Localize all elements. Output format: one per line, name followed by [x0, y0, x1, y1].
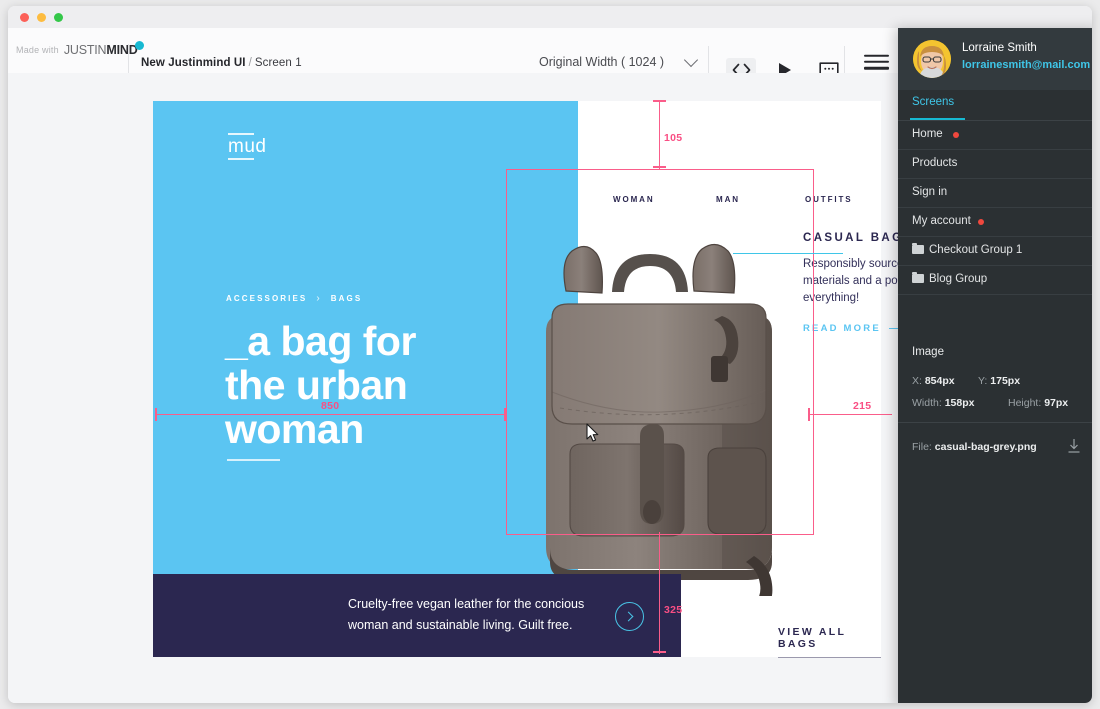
made-with-label: Made with [16, 45, 59, 55]
breadcrumb-screen[interactable]: Screen 1 [255, 57, 302, 69]
hero-underline [227, 459, 280, 461]
breadcrumb-project[interactable]: New Justinmind UI [141, 57, 246, 69]
sidebar-item-label: Checkout Group 1 [929, 244, 1023, 256]
guide-left-cap [155, 408, 158, 421]
brand-wordmark: JUSTINMIND [63, 43, 138, 57]
avatar-photo [913, 40, 951, 78]
properties-title: Image [912, 346, 944, 358]
property-width-value: 158px [944, 397, 975, 409]
sidebar-item-label: Sign in [912, 186, 948, 198]
site-breadcrumb: ACCESSORIES › BAGS [226, 293, 362, 304]
breadcrumb-accessories[interactable]: ACCESSORIES [226, 294, 307, 303]
screenshot-root: Made with JUSTINMIND New Justinmind UI / S… [0, 0, 1100, 709]
promo-text: Cruelty-free vegan leather for the conci… [348, 594, 584, 636]
property-height-label: Height: [1008, 397, 1042, 409]
sidebar-item-checkout-group-1[interactable]: Checkout Group 1 [898, 236, 1092, 266]
right-sidebar: Lorraine Smith lorrainesmith@mail.com Sc… [898, 28, 1092, 703]
guide-top-cap [653, 100, 666, 103]
zoom-button[interactable] [54, 13, 63, 22]
sidebar-item-home[interactable]: Home [898, 120, 1092, 150]
sidebar-item-label: Blog Group [929, 273, 988, 285]
sidebar-item-my-account[interactable]: My account [898, 207, 1092, 237]
close-button[interactable] [20, 13, 29, 22]
snap-line-horizontal [733, 253, 843, 255]
folder-icon [912, 242, 924, 254]
unsaved-dot-icon [978, 219, 984, 225]
promo-bar: Cruelty-free vegan leather for the conci… [153, 574, 681, 657]
property-y-value: 175px [990, 375, 1021, 387]
promo-line-2: woman and sustainable living. Guilt free… [348, 618, 573, 632]
breadcrumb-bags[interactable]: BAGS [331, 294, 363, 303]
file-label: File: [912, 441, 932, 453]
breadcrumb: New Justinmind UI / Screen 1 [141, 57, 302, 69]
mouse-cursor [586, 423, 599, 442]
logo-rule-bottom [228, 158, 254, 160]
property-y: Y: 175px [978, 375, 1020, 387]
brand-dot-icon [134, 40, 144, 50]
app-window: Made with JUSTINMIND New Justinmind UI / S… [8, 6, 1092, 703]
folder-icon [912, 271, 924, 283]
guide-label-right: 215 [853, 400, 872, 412]
cursor-arrow-icon [586, 423, 599, 442]
sidebar-item-sign-in[interactable]: Sign in [898, 178, 1092, 208]
panel-tabs: Screens [898, 90, 1092, 121]
guide-top-line [659, 100, 661, 169]
file-row: File: casual-bag-grey.png [898, 422, 1092, 469]
traffic-lights [20, 13, 63, 22]
mud-logo: mud [228, 133, 266, 160]
avatar[interactable] [913, 40, 951, 78]
promo-line-1: Cruelty-free vegan leather for the conci… [348, 597, 585, 611]
property-x-value: 854px [924, 375, 955, 387]
chevron-right-icon: › [316, 293, 322, 304]
sidebar-item-products[interactable]: Products [898, 149, 1092, 179]
guide-right-line [810, 414, 892, 416]
toolbar-divider-1 [128, 44, 129, 75]
property-y-label: Y: [978, 375, 988, 387]
image-properties: Image X: 854px Y: 175px Width: 158px Hei… [898, 334, 1092, 422]
guide-label-top: 105 [664, 132, 683, 144]
justinmind-logo: Made with JUSTINMIND [16, 39, 144, 61]
property-height: Height: 97px [1008, 397, 1068, 409]
view-all-bags-link[interactable]: VIEW ALL BAGS [778, 626, 881, 658]
toolbar-divider-3 [844, 46, 845, 74]
sidebar-item-blog-group[interactable]: Blog Group [898, 265, 1092, 295]
guide-bottom-line [659, 532, 661, 654]
width-selector[interactable]: Original Width ( 1024 ) [539, 52, 699, 69]
hamburger-menu-icon[interactable] [864, 51, 889, 74]
file-info: File: casual-bag-grey.png [912, 441, 1037, 453]
hero-line-1: _a bag for [225, 318, 416, 364]
user-name: Lorraine Smith [962, 42, 1037, 54]
file-name: casual-bag-grey.png [934, 441, 1037, 453]
sidebar-item-label: My account [912, 215, 971, 227]
property-x-label: X: [912, 375, 922, 387]
hero-heading: _a bag for the urban woman [225, 319, 416, 451]
circle-arrow-right-icon[interactable] [615, 602, 644, 631]
unsaved-dot-icon [953, 132, 959, 138]
toolbar-divider-2 [708, 46, 709, 74]
breadcrumb-separator: / [248, 57, 252, 69]
property-x: X: 854px [912, 375, 955, 387]
sidebar-item-label: Products [912, 157, 958, 169]
minimize-button[interactable] [37, 13, 46, 22]
user-header: Lorraine Smith lorrainesmith@mail.com [898, 28, 1092, 90]
width-selector-label: Original Width ( 1024 ) [539, 55, 665, 69]
tab-screens[interactable]: Screens [912, 96, 954, 108]
sidebar-item-label: Home [912, 128, 943, 140]
chevron-down-icon [683, 52, 699, 67]
guide-left-line [155, 414, 507, 416]
property-height-value: 97px [1044, 397, 1069, 409]
property-width: Width: 158px [912, 397, 974, 409]
selection-rectangle[interactable] [506, 169, 814, 535]
guide-label-left: 850 [321, 400, 340, 412]
guide-label-bottom: 325 [664, 604, 683, 616]
window-titlebar [8, 6, 1092, 28]
read-more-label: READ MORE [803, 323, 881, 334]
user-email[interactable]: lorrainesmith@mail.com [962, 59, 1090, 71]
guide-bottom-cap [653, 651, 666, 654]
download-icon[interactable] [1068, 439, 1080, 453]
property-width-label: Width: [912, 397, 942, 409]
logo-wordmark: mud [228, 136, 267, 157]
